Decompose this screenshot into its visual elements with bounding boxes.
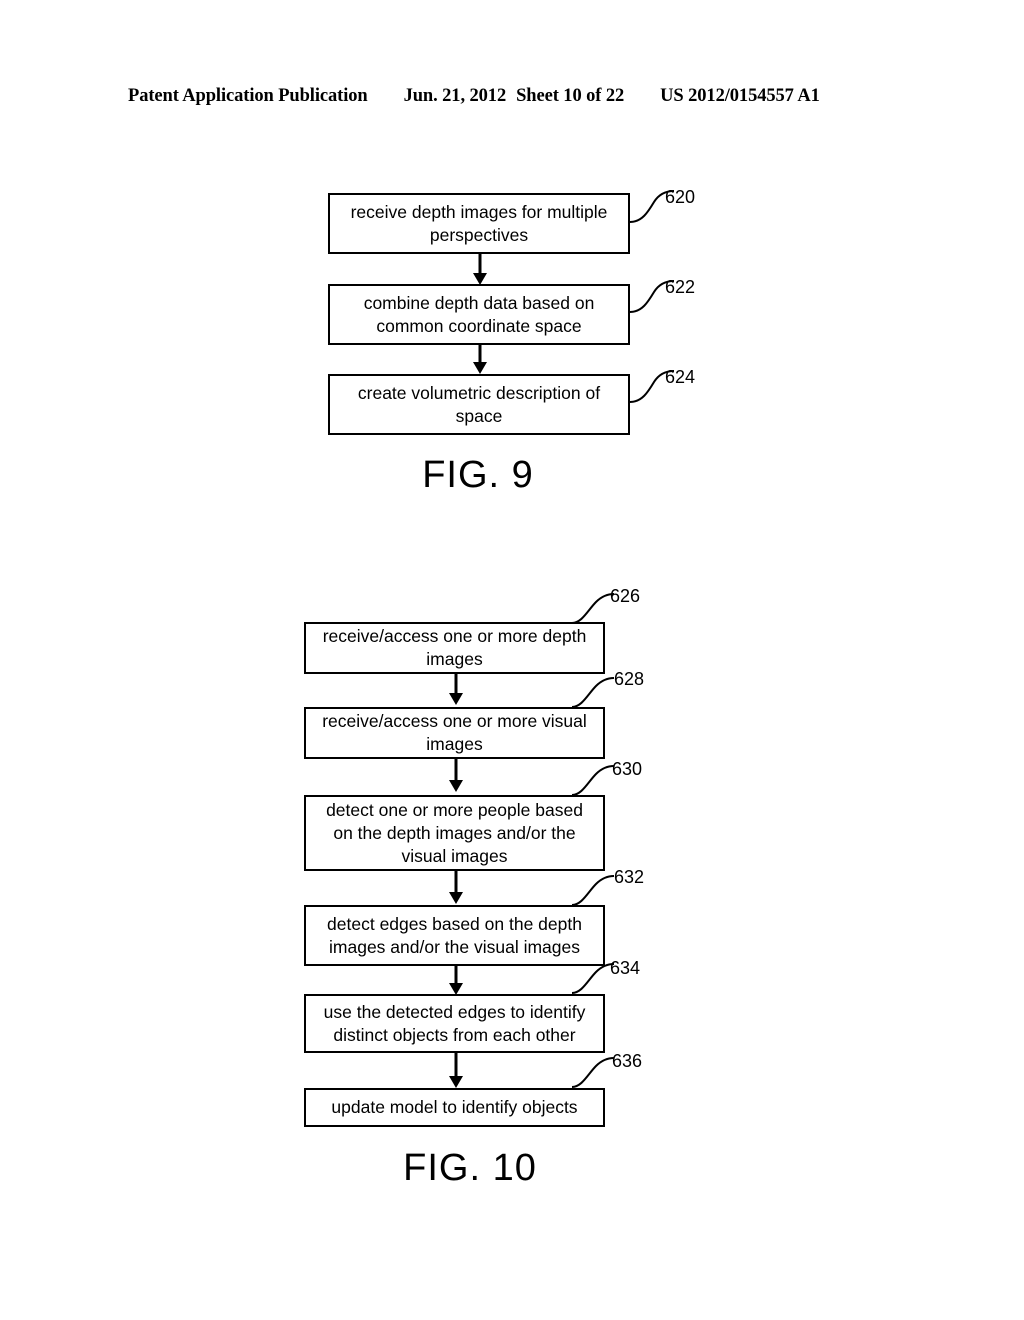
ref-numeral-634: 634	[610, 958, 641, 978]
arrow-634-to-636	[449, 1053, 463, 1088]
arrow-630-to-632	[449, 871, 463, 904]
ref-numeral-632: 632	[614, 867, 645, 887]
flow-box-634: use the detected edges to identify disti…	[304, 994, 605, 1053]
figure-10-label: FIG. 10	[403, 1147, 537, 1189]
ref-numeral-630: 630	[612, 759, 643, 779]
arrow-632-to-634	[449, 966, 463, 995]
figure-10: 626 receive/access one or more depth ima…	[0, 0, 1024, 1320]
leader-line-630	[571, 765, 615, 796]
leader-line-628	[571, 677, 615, 708]
flow-box-626-label: receive/access one or more depth images	[322, 626, 587, 669]
flow-box-626: receive/access one or more depth images	[304, 622, 605, 674]
ref-numeral-628: 628	[614, 669, 645, 689]
flow-box-632: detect edges based on the depth images a…	[304, 905, 605, 966]
flow-box-634-label: use the detected edges to identify disti…	[323, 1001, 586, 1045]
arrow-626-to-628	[449, 674, 463, 705]
ref-numeral-636: 636	[612, 1051, 643, 1071]
flow-box-636-label: update model to identify objects	[331, 1097, 578, 1117]
flow-box-636: update model to identify objects	[304, 1088, 605, 1127]
flow-box-628: receive/access one or more visual images	[304, 707, 605, 759]
flow-box-630-label: detect one or more people based on the d…	[326, 799, 583, 866]
arrow-628-to-630	[449, 759, 463, 792]
leader-line-632	[571, 875, 615, 906]
ref-numeral-626: 626	[610, 586, 641, 606]
flow-box-630: detect one or more people based on the d…	[304, 795, 605, 871]
leader-line-636	[571, 1057, 615, 1088]
flow-box-628-label: receive/access one or more visual images	[322, 711, 587, 754]
flow-box-632-label: detect edges based on the depth images a…	[327, 913, 582, 957]
